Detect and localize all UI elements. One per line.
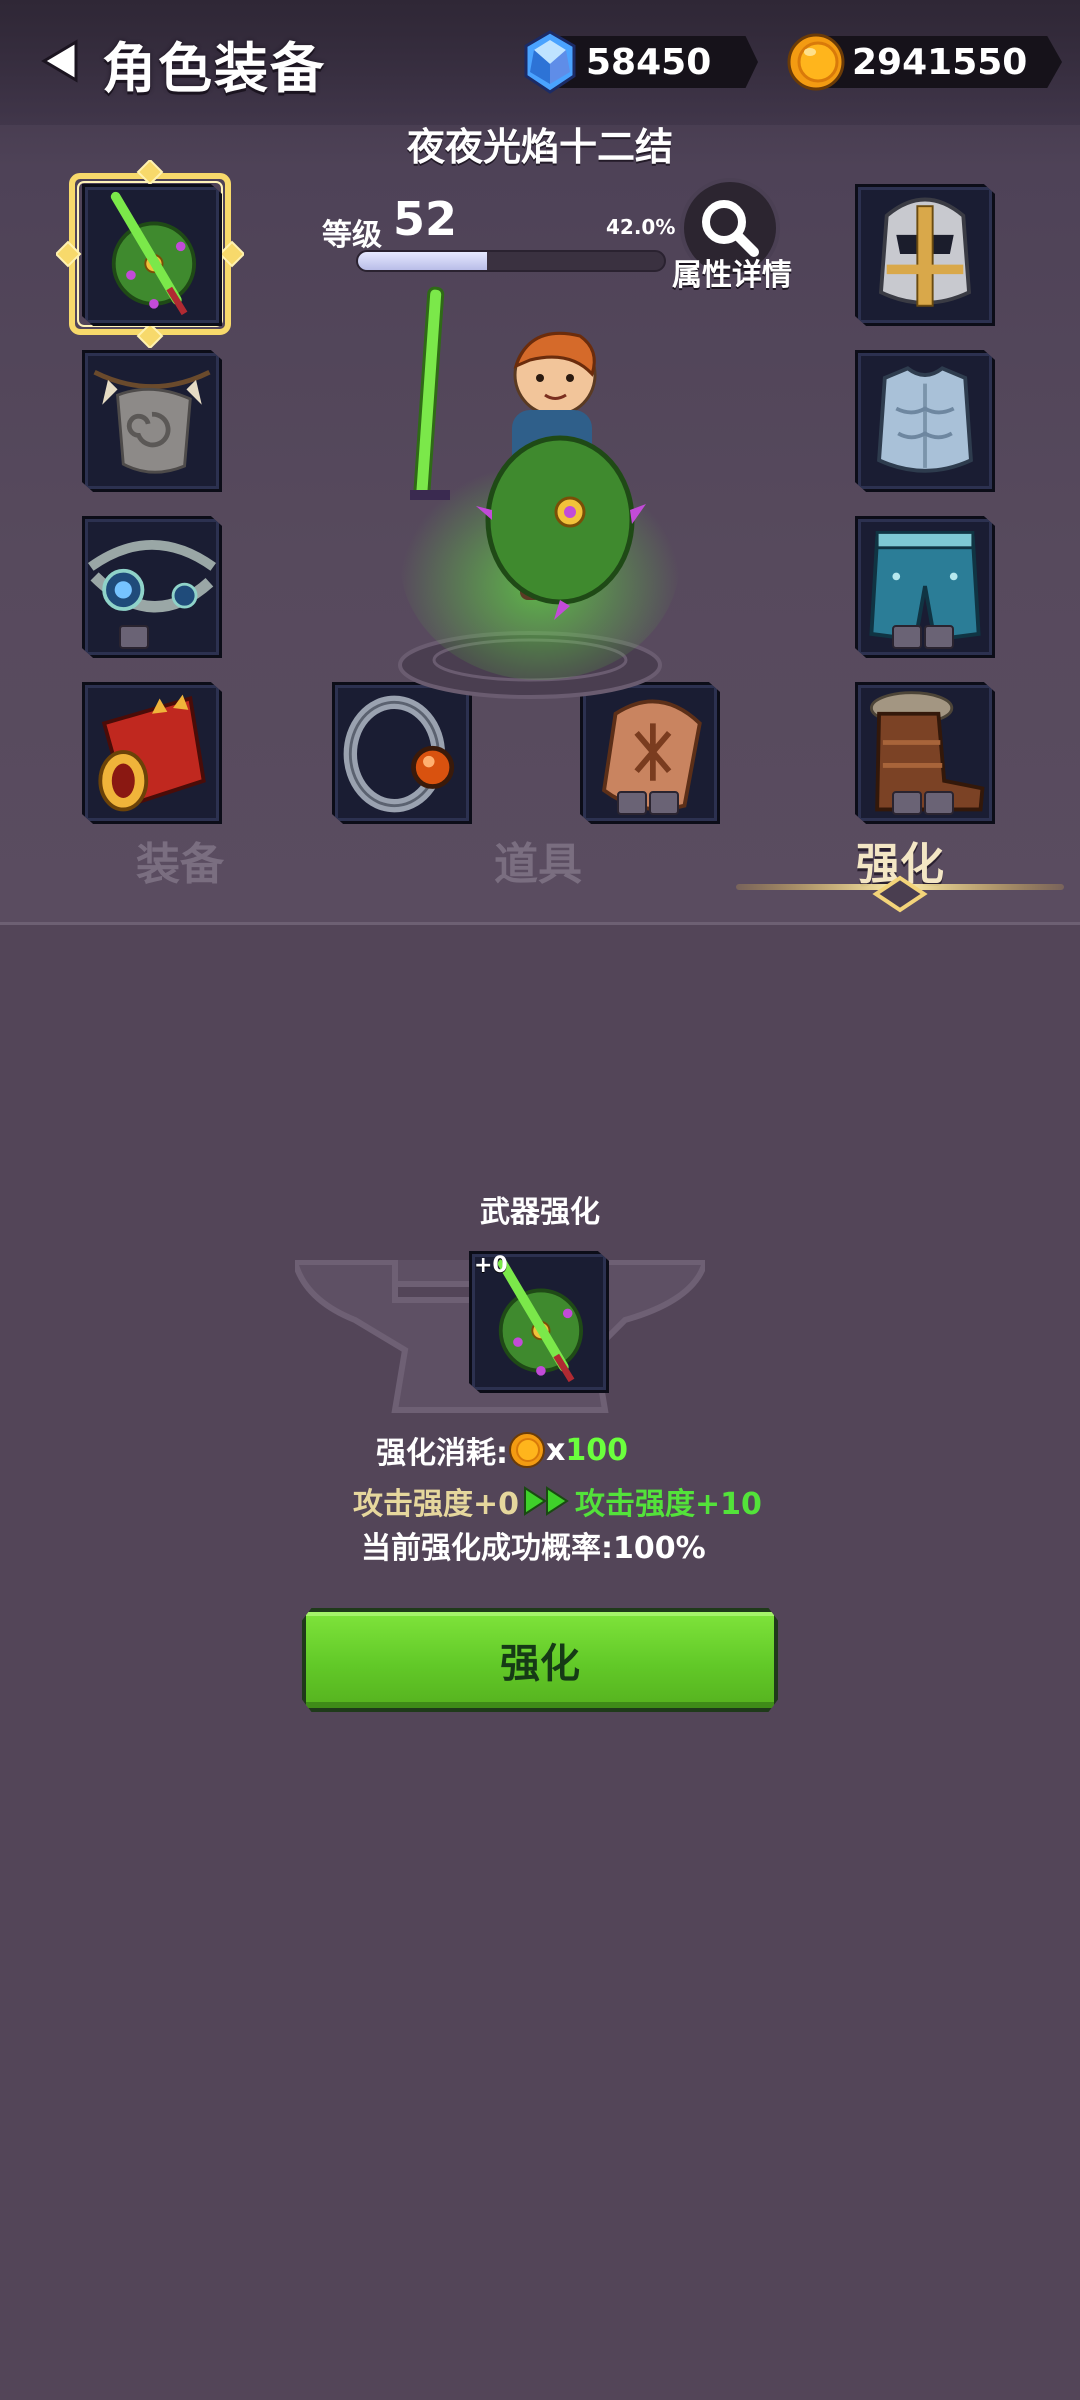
chest-armor-icon (877, 366, 973, 473)
tooth-necklace-icon (93, 370, 211, 474)
upgrade-button-label: 强化 (500, 1641, 580, 1687)
coin-icon (509, 1432, 545, 1468)
gem-icon (524, 30, 576, 94)
item-upgrade-level: +0 (474, 1253, 508, 1278)
slot-boots[interactable] (855, 682, 995, 824)
attribute-current: 攻击强度+0 (353, 1487, 520, 1522)
back-arrow-icon (41, 39, 78, 83)
lock-badge (892, 625, 922, 649)
upgrade-button[interactable]: 强化 (302, 1608, 778, 1712)
exp-percent: 42.0% (606, 215, 676, 239)
slot-necklace[interactable] (82, 350, 222, 492)
page-title: 角色装备 (102, 37, 326, 100)
section-divider (0, 922, 1080, 925)
coin-icon (787, 33, 845, 91)
slot-weapon[interactable] (82, 184, 222, 326)
level-value: 52 (393, 192, 458, 246)
back-button[interactable] (36, 36, 86, 86)
cost-multiplier: x (546, 1432, 566, 1468)
exp-progress-fill (358, 252, 487, 270)
slot-helmet[interactable] (855, 184, 995, 326)
gem-counter: 58450 (520, 30, 760, 94)
upgrade-cost: 强化消耗: x100 (376, 1428, 628, 1472)
slot-amulet[interactable] (82, 516, 222, 658)
lock-badge (649, 791, 679, 815)
gauntlet-icon (98, 694, 206, 812)
cost-amount: 100 (565, 1432, 628, 1468)
weapon-upgrade-title: 武器强化 (480, 1195, 600, 1230)
slot-gauntlet[interactable] (82, 682, 222, 824)
attribute-next: 攻击强度+10 (575, 1487, 762, 1522)
cost-label: 强化消耗: (376, 1436, 508, 1471)
lock-badge (924, 791, 954, 815)
active-tab-indicator (736, 875, 1064, 913)
tab-items[interactable]: 道具 (494, 828, 582, 892)
level-label: 等级 (322, 218, 382, 253)
coin-counter: 2941550 (786, 33, 1066, 91)
lock-badge (617, 791, 647, 815)
slot-chest[interactable] (855, 350, 995, 492)
hero-character (400, 286, 680, 680)
lock-badge (924, 625, 954, 649)
lock-badge (892, 791, 922, 815)
success-rate: 当前强化成功概率:100% (361, 1531, 706, 1566)
attribute-change: 攻击强度+0 攻击强度+10 (353, 1479, 762, 1523)
gem-amount: 58450 (586, 42, 712, 83)
knight-helmet-icon (878, 197, 972, 307)
slot-legs[interactable] (855, 516, 995, 658)
tab-equipment[interactable]: 装备 (136, 828, 224, 892)
coin-amount: 2941550 (852, 42, 1028, 83)
exp-progress-bar (356, 250, 666, 272)
eye-amulet-icon (87, 540, 217, 613)
weapon-shield-icon (110, 191, 197, 316)
lock-badge (119, 625, 149, 649)
double-arrow-icon (524, 1486, 569, 1516)
